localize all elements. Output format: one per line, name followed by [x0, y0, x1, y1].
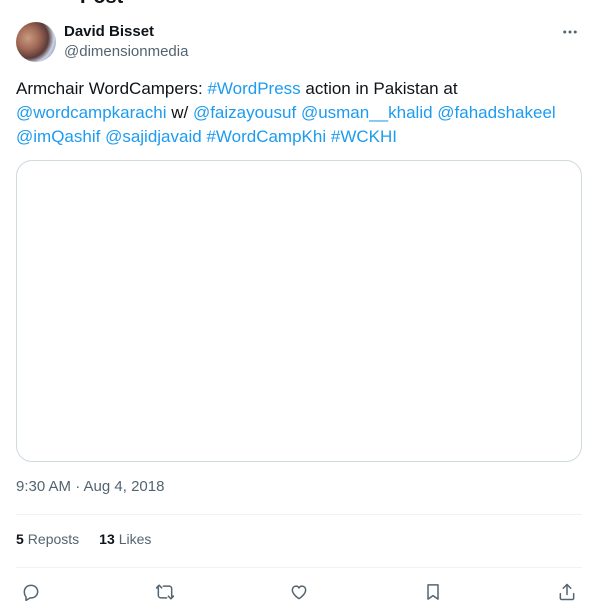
like-button[interactable]: [284, 580, 314, 604]
repost-button[interactable]: [150, 580, 180, 604]
engagement-stats: 5 Reposts 13 Likes: [16, 531, 151, 547]
text-segment: w/: [166, 103, 193, 122]
tweet-header: David Bisset @dimensionmedia: [16, 22, 582, 64]
mention-link[interactable]: @sajidjavaid: [105, 127, 202, 146]
mention-link[interactable]: @faizayousuf: [193, 103, 296, 122]
reposts-count: 5: [16, 531, 24, 547]
author-handle[interactable]: @dimensionmedia: [64, 43, 188, 60]
media-card[interactable]: [16, 160, 582, 462]
avatar[interactable]: [16, 22, 56, 62]
mention-link[interactable]: @usman__khalid: [301, 103, 433, 122]
mention-link[interactable]: @wordcampkarachi: [16, 103, 166, 122]
reposts-label: Reposts: [27, 531, 80, 547]
author-name[interactable]: David Bisset: [64, 23, 154, 40]
more-horizontal-icon: [563, 30, 577, 34]
reply-button[interactable]: [16, 580, 46, 604]
text-segment: Armchair WordCampers:: [16, 79, 208, 98]
more-options-button[interactable]: [558, 22, 582, 42]
likes-stat[interactable]: 13 Likes: [99, 531, 151, 547]
hashtag-link[interactable]: #WordCampKhi: [206, 127, 326, 146]
reply-icon: [23, 584, 39, 602]
likes-label: Likes: [118, 531, 152, 547]
tweet-text: Armchair WordCampers: #WordPress action …: [16, 77, 582, 149]
action-bar: [16, 580, 582, 604]
page-header-title: Post: [80, 0, 123, 9]
mention-link[interactable]: @fahadshakeel: [437, 103, 555, 122]
bookmark-icon: [427, 584, 439, 600]
bookmark-button[interactable]: [418, 580, 448, 604]
repost-icon: [155, 584, 175, 600]
hashtag-link[interactable]: #WCKHI: [331, 127, 397, 146]
divider: [16, 567, 582, 568]
share-icon: [559, 583, 575, 601]
likes-count: 13: [99, 531, 115, 547]
heart-icon: [291, 585, 307, 600]
share-button[interactable]: [552, 580, 582, 604]
text-segment: action in Pakistan at: [300, 79, 458, 98]
mention-link[interactable]: @imQashif: [16, 127, 100, 146]
post-timestamp[interactable]: 9:30 AM · Aug 4, 2018: [16, 478, 164, 495]
reposts-stat[interactable]: 5 Reposts: [16, 531, 79, 547]
hashtag-link[interactable]: #WordPress: [207, 79, 300, 98]
divider: [16, 514, 582, 515]
